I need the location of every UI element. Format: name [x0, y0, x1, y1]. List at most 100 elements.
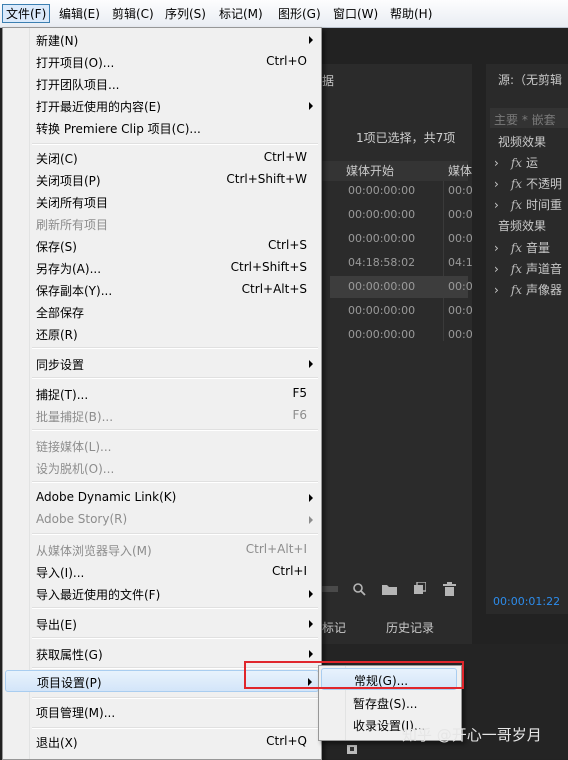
menu-separator — [32, 143, 318, 145]
column-media-start[interactable]: 媒体开始 — [346, 162, 394, 179]
column-header — [322, 161, 468, 181]
submenu-arrow-icon — [309, 360, 313, 368]
menu-marker[interactable]: 标记(M) — [219, 5, 263, 22]
menu-item-label: 保存(S) — [36, 240, 77, 254]
menu-item-open-project[interactable]: 打开项目(O)... Ctrl+O — [5, 51, 319, 73]
menu-item-close-all-projects[interactable]: 关闭所有项目 — [5, 191, 319, 213]
source-subtitle[interactable]: 主要 * 嵌套 — [494, 111, 556, 128]
menu-item-batch-capture[interactable]: 批量捕捉(B)... F6 — [5, 405, 319, 427]
menu-item-refresh-all-projects[interactable]: 刷新所有项目 — [5, 213, 319, 235]
menu-item-save[interactable]: 保存(S) Ctrl+S — [5, 235, 319, 257]
menu-item-label: 从媒体浏览器导入(M) — [36, 544, 152, 558]
menu-help[interactable]: 帮助(H) — [390, 5, 432, 22]
menu-item-new[interactable]: 新建(N) — [5, 29, 319, 51]
table-row[interactable]: 00:00:00:00 00:0 — [330, 204, 473, 226]
fx-icon: fx — [510, 198, 523, 212]
new-item-icon[interactable] — [413, 582, 426, 595]
menu-item-convert-premiere-clip[interactable]: 转换 Premiere Clip 项目(C)... — [5, 117, 319, 139]
tab-markers[interactable]: 标记 — [322, 619, 346, 636]
tab-history[interactable]: 历史记录 — [386, 619, 434, 636]
clip-icon — [347, 745, 357, 754]
menu-item-sync-settings[interactable]: 同步设置 — [5, 353, 319, 375]
column-media-fragment[interactable]: 媒体 — [448, 162, 472, 179]
table-row[interactable]: 00:00:00:00 00:0 — [330, 324, 473, 346]
menu-item-open-recent[interactable]: 打开最近使用的内容(E) — [5, 95, 319, 117]
menu-item-label: 保存副本(Y)... — [36, 284, 113, 298]
menu-item-exit[interactable]: 退出(X) Ctrl+Q — [5, 731, 319, 753]
menu-item-project-manager[interactable]: 项目管理(M)... — [5, 701, 319, 723]
menu-window[interactable]: 窗口(W) — [333, 5, 378, 22]
menu-item-close-project[interactable]: 关闭项目(P) Ctrl+Shift+W — [5, 169, 319, 191]
menu-item-save-copy[interactable]: 保存副本(Y)... Ctrl+Alt+S — [5, 279, 319, 301]
chevron-right-icon[interactable]: › — [494, 198, 499, 212]
fx-label: 运 — [526, 156, 539, 170]
submenu-arrow-icon — [309, 36, 313, 44]
menu-item-revert[interactable]: 还原(R) — [5, 323, 319, 345]
menu-item-label: 打开最近使用的内容(E) — [36, 100, 161, 114]
menu-item-shortcut: Ctrl+S — [267, 238, 307, 252]
chevron-right-icon[interactable]: › — [494, 241, 499, 255]
folder-icon[interactable] — [382, 583, 397, 595]
submenu-item-scratch-disks[interactable]: 暂存盘(S)... — [321, 692, 457, 714]
table-row[interactable]: 00:00:00:00 00:0 — [330, 300, 473, 322]
menu-item-label: 关闭所有项目 — [36, 196, 109, 210]
menu-item-capture[interactable]: 捕捉(T)... F5 — [5, 383, 319, 405]
scroll-bar-icon[interactable] — [322, 586, 338, 592]
fx-row-channel-volume[interactable]: › fx 声道音 — [494, 260, 562, 277]
selection-info: 1项已选择，共7项 — [356, 131, 456, 145]
table-row[interactable]: 04:18:58:02 04:1 — [330, 252, 473, 274]
fx-row-volume[interactable]: › fx 音量 — [494, 239, 550, 256]
menu-item-import-recent-file[interactable]: 导入最近使用的文件(F) — [5, 583, 319, 605]
menu-item-save-all[interactable]: 全部保存 — [5, 301, 319, 323]
menu-graphics[interactable]: 图形(G) — [278, 5, 321, 22]
menu-separator — [32, 533, 318, 535]
fx-row-panner[interactable]: › fx 声像器 — [494, 281, 562, 298]
chevron-right-icon[interactable]: › — [494, 177, 499, 191]
source-panel-title[interactable]: 源:（无剪辑 — [498, 71, 562, 88]
fx-row-opacity[interactable]: › fx 不透明 — [494, 175, 562, 192]
menu-item-save-as[interactable]: 另存为(A)... Ctrl+Shift+S — [5, 257, 319, 279]
trash-icon[interactable] — [443, 582, 456, 596]
menu-item-close[interactable]: 关闭(C) Ctrl+W — [5, 147, 319, 169]
menu-item-label: 捕捉(T)... — [36, 388, 89, 402]
table-row[interactable]: 00:00:00:00 00:0 — [330, 228, 473, 250]
project-tab-fragment[interactable]: 据 — [322, 72, 334, 89]
menu-item-import[interactable]: 导入(I)... Ctrl+I — [5, 561, 319, 583]
table-row-selected[interactable]: 00:00:00:00 00:0 — [330, 276, 473, 298]
menu-item-import-from-media-browser[interactable]: 从媒体浏览器导入(M) Ctrl+Alt+I — [5, 539, 319, 561]
menu-separator — [32, 481, 318, 483]
menu-item-label: 转换 Premiere Clip 项目(C)... — [36, 122, 201, 136]
timecode[interactable]: 00:00:01:22 — [493, 595, 560, 608]
fx-icon: fx — [510, 262, 523, 276]
menu-file[interactable]: 文件(F) — [2, 4, 51, 23]
menu-item-adobe-dynamic-link[interactable]: Adobe Dynamic Link(K) — [5, 487, 319, 509]
menu-item-shortcut: F6 — [292, 408, 307, 422]
fx-label: 时间重 — [526, 198, 563, 212]
menu-item-shortcut: Ctrl+Q — [266, 734, 307, 748]
chevron-right-icon[interactable]: › — [494, 283, 499, 297]
fx-label: 不透明 — [526, 177, 563, 191]
fx-row-time-remap[interactable]: › fx 时间重 — [494, 196, 562, 213]
menu-item-make-offline[interactable]: 设为脱机(O)... — [5, 457, 319, 479]
chevron-right-icon[interactable]: › — [494, 262, 499, 276]
menu-sequence[interactable]: 序列(S) — [165, 5, 206, 22]
menu-item-open-team-project[interactable]: 打开团队项目... — [5, 73, 319, 95]
menu-clip[interactable]: 剪辑(C) — [112, 5, 154, 22]
project-panel — [320, 64, 472, 644]
menu-item-label: 打开团队项目... — [36, 78, 120, 92]
submenu-arrow-icon — [309, 494, 313, 502]
search-icon[interactable] — [352, 582, 366, 596]
fx-row-motion[interactable]: › fx 运 — [494, 154, 538, 171]
video-effects-heading: 视频效果 — [498, 135, 547, 149]
menu-item-export[interactable]: 导出(E) — [5, 613, 319, 635]
table-row[interactable]: 00:00:00:00 00:0 — [330, 180, 473, 202]
chevron-right-icon[interactable]: › — [494, 156, 499, 170]
fx-icon: fx — [510, 241, 523, 255]
menu-item-shortcut: Ctrl+W — [263, 150, 307, 164]
menu-item-adobe-story[interactable]: Adobe Story(R) — [5, 509, 319, 531]
fx-label: 音量 — [526, 241, 551, 255]
menu-item-label: 刷新所有项目 — [36, 218, 109, 232]
menu-item-link-media[interactable]: 链接媒体(L)... — [5, 435, 319, 457]
menu-edit[interactable]: 编辑(E) — [59, 5, 100, 22]
menu-separator — [32, 697, 318, 699]
